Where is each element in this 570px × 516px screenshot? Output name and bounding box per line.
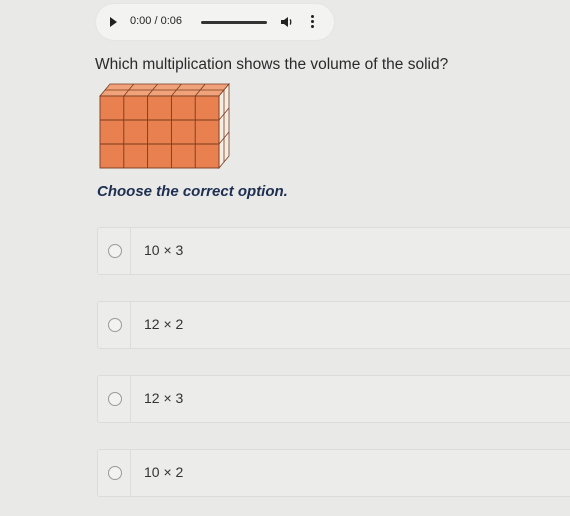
option-2[interactable]: 12 × 2 [97, 301, 570, 349]
play-icon[interactable] [110, 17, 117, 27]
volume-icon[interactable] [279, 14, 295, 30]
more-vert-icon[interactable] [309, 15, 315, 29]
option-4[interactable]: 10 × 2 [97, 449, 570, 497]
instruction-text: Choose the correct option. [97, 183, 288, 200]
radio-button[interactable] [108, 318, 122, 332]
option-label: 10 × 2 [144, 464, 184, 480]
radio-button[interactable] [108, 392, 122, 406]
audio-time: 0:00 / 0:06 [130, 15, 182, 27]
radio-cell [98, 376, 131, 422]
radio-button[interactable] [108, 244, 122, 258]
option-3[interactable]: 12 × 3 [97, 375, 570, 423]
radio-button[interactable] [108, 466, 122, 480]
option-label: 12 × 3 [144, 390, 184, 406]
option-label: 10 × 3 [144, 242, 184, 258]
radio-cell [98, 228, 131, 274]
audio-player: 0:00 / 0:06 [96, 4, 334, 40]
seek-bar[interactable] [201, 21, 267, 24]
radio-cell [98, 302, 131, 348]
question-text: Which multiplication shows the volume of… [95, 56, 449, 73]
rectangular-prism-figure [99, 82, 230, 170]
option-1[interactable]: 10 × 3 [97, 227, 570, 275]
option-label: 12 × 2 [144, 316, 184, 332]
radio-cell [98, 450, 131, 496]
